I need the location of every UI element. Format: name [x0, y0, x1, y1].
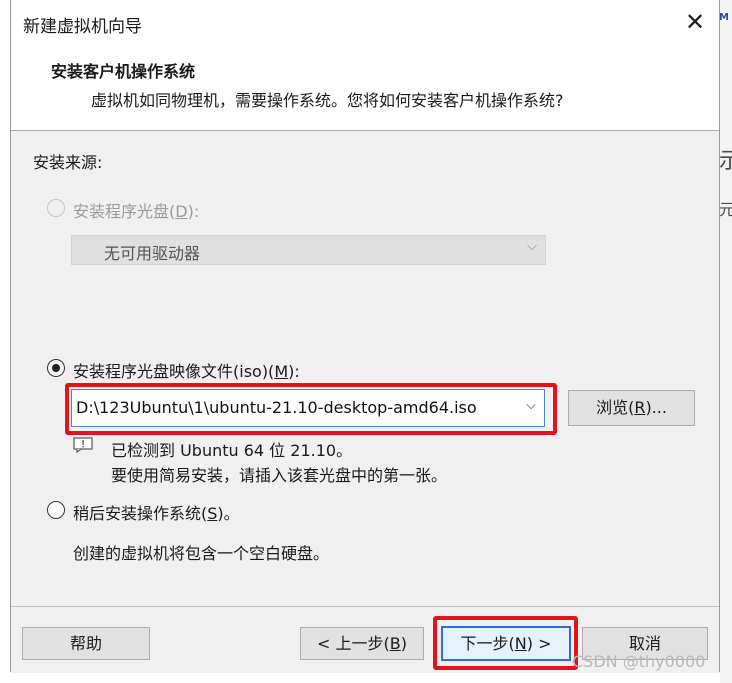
drive-select[interactable]: 无可用驱动器 ⌵ [71, 235, 546, 265]
new-vm-wizard-dialog: 新建虚拟机向导 ✕ 安装客户机操作系统 虚拟机如同物理机，需要操作系统。您将如何… [10, 0, 720, 673]
highlight-box-iso [65, 383, 557, 435]
back-button[interactable]: < 上一步(B) [300, 627, 424, 660]
background-app-strip [720, 0, 732, 683]
chevron-down-icon: ⌵ [527, 239, 537, 254]
background-glyph: 示 [719, 149, 732, 174]
radio-installer-disc[interactable] [47, 199, 65, 217]
background-glyph: 元 [719, 200, 732, 219]
install-later-label: 稍后安装操作系统(S)。 [73, 504, 240, 523]
radio-selected-dot [52, 364, 60, 372]
window-title: 新建虚拟机向导 [23, 17, 142, 37]
help-button[interactable]: 帮助 [22, 627, 150, 660]
drive-select-value: 无可用驱动器 [104, 244, 201, 263]
highlight-box-next [433, 616, 578, 670]
title-bar: 新建虚拟机向导 ✕ [11, 0, 719, 44]
background-glyph: M [719, 12, 729, 23]
install-source-label: 安装来源: [33, 153, 103, 172]
easy-install-hint: 要使用简易安装，请插入该套光盘中的第一张。 [111, 466, 448, 485]
install-later-description: 创建的虚拟机将包含一个空白硬盘。 [73, 544, 330, 563]
browse-button[interactable]: 浏览(R)... [568, 390, 695, 426]
wizard-header: 安装客户机操作系统 虚拟机如同物理机，需要操作系统。您将如何安装客户机操作系统? [11, 44, 719, 131]
close-icon[interactable]: ✕ [679, 6, 711, 38]
radio-installer-iso[interactable] [47, 359, 65, 377]
page-subtitle: 虚拟机如同物理机，需要操作系统。您将如何安装客户机操作系统? [91, 91, 564, 110]
detected-os-text: 已检测到 Ubuntu 64 位 21.10。 [111, 441, 353, 460]
installer-iso-label: 安装程序光盘映像文件(iso)(M): [73, 362, 300, 381]
wizard-content: 安装来源: 安装程序光盘(D): 无可用驱动器 ⌵ 安装程序光盘映像文件(iso… [11, 131, 719, 606]
installer-disc-label: 安装程序光盘(D): [73, 202, 200, 221]
watermark: CSDN @thy0000 [572, 652, 706, 671]
page-title: 安装客户机操作系统 [51, 62, 196, 81]
radio-install-later[interactable] [47, 501, 65, 519]
info-message-icon [73, 437, 93, 453]
